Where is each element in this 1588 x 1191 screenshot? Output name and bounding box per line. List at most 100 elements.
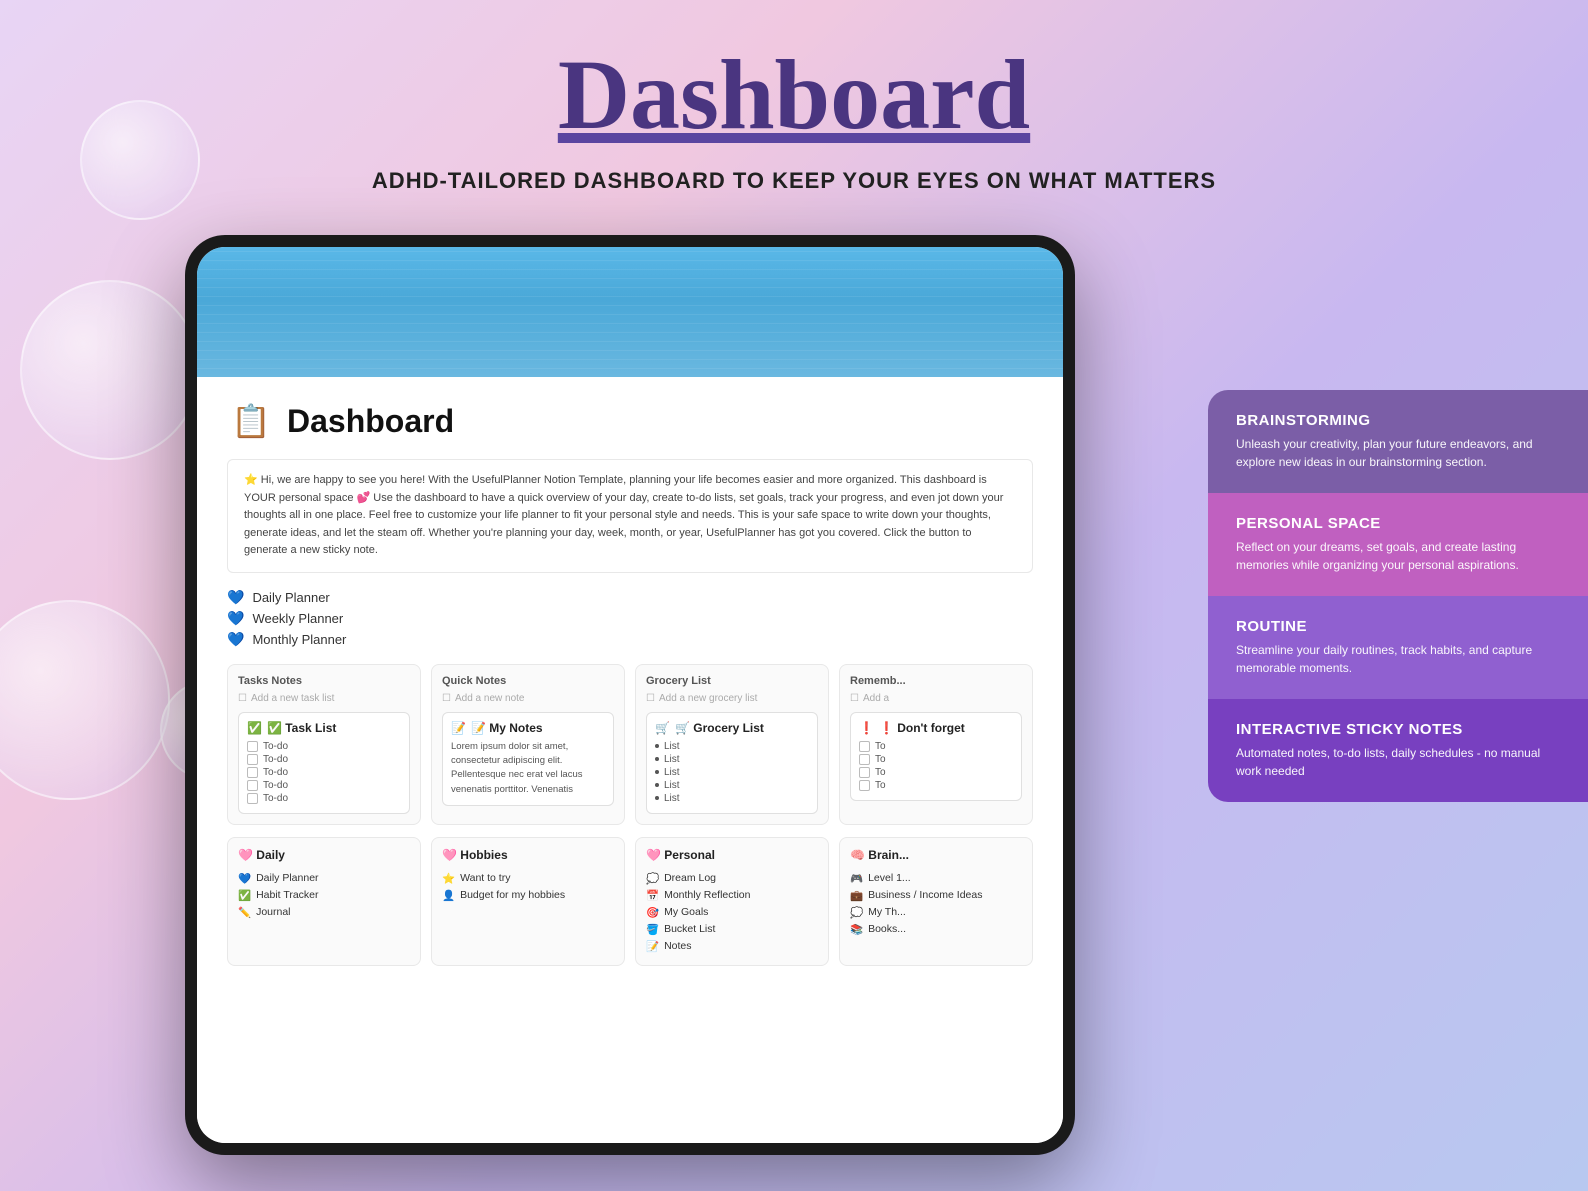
notion-page-header: 📋 Dashboard bbox=[227, 397, 1033, 445]
nav-links: 💙 Daily Planner 💙 Weekly Planner 💙 Month… bbox=[227, 589, 1033, 648]
books-icon: 📚 bbox=[850, 923, 863, 936]
remember-item-4[interactable]: To bbox=[859, 779, 1013, 792]
daily-section: 🩷 Daily 💙 Daily Planner ✅ Habit Tracker … bbox=[227, 837, 421, 966]
feature-routine: ROUTINE Streamline your daily routines, … bbox=[1208, 596, 1588, 699]
grocery-item-1: List bbox=[655, 740, 809, 753]
main-title: Dashboard bbox=[0, 40, 1588, 150]
personal-item-2[interactable]: 📅 Monthly Reflection bbox=[646, 887, 818, 904]
nav-link-weekly[interactable]: 💙 Weekly Planner bbox=[227, 610, 1033, 627]
daily-planner-label2: Daily Planner bbox=[256, 872, 318, 884]
add-grocery-label: Add a new grocery list bbox=[659, 693, 757, 704]
grocery-label: 🛒 Grocery List bbox=[675, 721, 764, 735]
grocery-item-4: List bbox=[655, 779, 809, 792]
budget-label: Budget for my hobbies bbox=[460, 889, 565, 901]
bucket-list-icon: 🪣 bbox=[646, 923, 659, 936]
feature-1-title: BRAINSTORMING bbox=[1236, 412, 1560, 429]
want-to-try-icon: ⭐ bbox=[442, 872, 455, 885]
dont-forget-label: ❗ Don't forget bbox=[879, 721, 965, 735]
add-remember-button[interactable]: ☐ Add a bbox=[850, 693, 1022, 704]
bubble-decoration-2 bbox=[80, 100, 200, 220]
dont-forget-card: ❗ ❗ Don't forget To To To To bbox=[850, 712, 1022, 801]
grocery-emoji: 🛒 bbox=[655, 721, 670, 735]
task-item-5[interactable]: To-do bbox=[247, 792, 401, 805]
my-goals-icon: 🎯 bbox=[646, 906, 659, 919]
grocery-section: Grocery List ☐ Add a new grocery list 🛒 … bbox=[635, 664, 829, 825]
brainstorm-item-4[interactable]: 📚 Books... bbox=[850, 921, 1022, 938]
add-task-label: Add a new task list bbox=[251, 693, 334, 704]
monthly-reflection-label: Monthly Reflection bbox=[664, 889, 750, 901]
level-label: Level 1... bbox=[868, 872, 911, 884]
notes-icon: 📝 bbox=[646, 940, 659, 953]
brainstorm-section-title: 🧠 Brain... bbox=[850, 848, 1022, 862]
tasks-notes-title: Tasks Notes bbox=[238, 675, 410, 687]
remember-title: Rememb... bbox=[850, 675, 1022, 687]
daily-item-1[interactable]: 💙 Daily Planner bbox=[238, 870, 410, 887]
hobbies-item-2[interactable]: 👤 Budget for my hobbies bbox=[442, 887, 614, 904]
task-item-4[interactable]: To-do bbox=[247, 779, 401, 792]
personal-item-1[interactable]: 💭 Dream Log bbox=[646, 870, 818, 887]
want-to-try-label: Want to try bbox=[460, 872, 510, 884]
tablet-screen: 📋 Dashboard ⭐ Hi, we are happy to see yo… bbox=[197, 247, 1063, 1143]
personal-item-5[interactable]: 📝 Notes bbox=[646, 938, 818, 955]
daily-planner-icon2: 💙 bbox=[238, 872, 251, 885]
add-task-button[interactable]: ☐ Add a new task list bbox=[238, 693, 410, 704]
my-notes-title: 📝 📝 My Notes bbox=[451, 721, 605, 735]
feature-3-desc: Streamline your daily routines, track ha… bbox=[1236, 641, 1560, 677]
remember-emoji: ❗ bbox=[859, 721, 874, 735]
dream-log-label: Dream Log bbox=[664, 872, 716, 884]
personal-item-4[interactable]: 🪣 Bucket List bbox=[646, 921, 818, 938]
welcome-box: ⭐ Hi, we are happy to see you here! With… bbox=[227, 459, 1033, 573]
features-panel: BRAINSTORMING Unleash your creativity, p… bbox=[1208, 390, 1588, 802]
notes-label: Notes bbox=[664, 940, 691, 952]
dont-forget-title: ❗ ❗ Don't forget bbox=[859, 721, 1013, 735]
bucket-list-label: Bucket List bbox=[664, 923, 715, 935]
brainstorm-item-1[interactable]: 🎮 Level 1... bbox=[850, 870, 1022, 887]
budget-icon: 👤 bbox=[442, 889, 455, 902]
task-list-label: ✅ Task List bbox=[267, 721, 336, 735]
nav-link-daily[interactable]: 💙 Daily Planner bbox=[227, 589, 1033, 606]
feature-3-title: ROUTINE bbox=[1236, 618, 1560, 635]
brainstorm-item-2[interactable]: 💼 Business / Income Ideas bbox=[850, 887, 1022, 904]
my-notes-card: 📝 📝 My Notes Lorem ipsum dolor sit amet,… bbox=[442, 712, 614, 806]
hobbies-section-title: 🩷 Hobbies bbox=[442, 848, 614, 862]
add-grocery-button[interactable]: ☐ Add a new grocery list bbox=[646, 693, 818, 704]
personal-item-3[interactable]: 🎯 My Goals bbox=[646, 904, 818, 921]
daily-item-3[interactable]: ✏️ Journal bbox=[238, 904, 410, 921]
quick-notes-section: Quick Notes ☐ Add a new note 📝 📝 My Note… bbox=[431, 664, 625, 825]
add-remember-label: Add a bbox=[863, 693, 889, 704]
task-list-card: ✅ ✅ Task List To-do To-do To-do To-do To… bbox=[238, 712, 410, 814]
tasks-notes-section: Tasks Notes ☐ Add a new task list ✅ ✅ Ta… bbox=[227, 664, 421, 825]
remember-item-1[interactable]: To bbox=[859, 740, 1013, 753]
add-note-label: Add a new note bbox=[455, 693, 525, 704]
notes-emoji: 📝 bbox=[451, 721, 466, 735]
remember-item-3[interactable]: To bbox=[859, 766, 1013, 779]
task-item-3[interactable]: To-do bbox=[247, 766, 401, 779]
notes-body: Lorem ipsum dolor sit amet, consectetur … bbox=[451, 740, 605, 797]
daily-planner-icon: 💙 bbox=[227, 589, 244, 606]
journal-icon: ✏️ bbox=[238, 906, 251, 919]
my-goals-label: My Goals bbox=[664, 906, 708, 918]
feature-2-title: PERSONAL SPACE bbox=[1236, 515, 1560, 532]
remember-item-2[interactable]: To bbox=[859, 753, 1013, 766]
feature-personal-space: PERSONAL SPACE Reflect on your dreams, s… bbox=[1208, 493, 1588, 596]
bubble-decoration-3 bbox=[0, 600, 170, 800]
device-frame: 📋 Dashboard ⭐ Hi, we are happy to see yo… bbox=[185, 235, 1075, 1155]
grocery-item-5: List bbox=[655, 792, 809, 805]
daily-item-2[interactable]: ✅ Habit Tracker bbox=[238, 887, 410, 904]
add-note-button[interactable]: ☐ Add a new note bbox=[442, 693, 614, 704]
habit-tracker-label: Habit Tracker bbox=[256, 889, 318, 901]
tablet-outer: 📋 Dashboard ⭐ Hi, we are happy to see yo… bbox=[185, 235, 1075, 1155]
top-sections-grid: Tasks Notes ☐ Add a new task list ✅ ✅ Ta… bbox=[227, 664, 1033, 825]
feature-brainstorming: BRAINSTORMING Unleash your creativity, p… bbox=[1208, 390, 1588, 493]
hobbies-item-1[interactable]: ⭐ Want to try bbox=[442, 870, 614, 887]
brainstorm-item-3[interactable]: 💭 My Th... bbox=[850, 904, 1022, 921]
bottom-sections-grid: 🩷 Daily 💙 Daily Planner ✅ Habit Tracker … bbox=[227, 837, 1033, 966]
page-icon: 📋 bbox=[227, 397, 275, 445]
level-icon: 🎮 bbox=[850, 872, 863, 885]
my-thoughts-label: My Th... bbox=[868, 906, 906, 918]
task-item-1[interactable]: To-do bbox=[247, 740, 401, 753]
journal-label: Journal bbox=[256, 906, 290, 918]
feature-1-desc: Unleash your creativity, plan your futur… bbox=[1236, 435, 1560, 471]
task-item-2[interactable]: To-do bbox=[247, 753, 401, 766]
nav-link-monthly[interactable]: 💙 Monthly Planner bbox=[227, 631, 1033, 648]
